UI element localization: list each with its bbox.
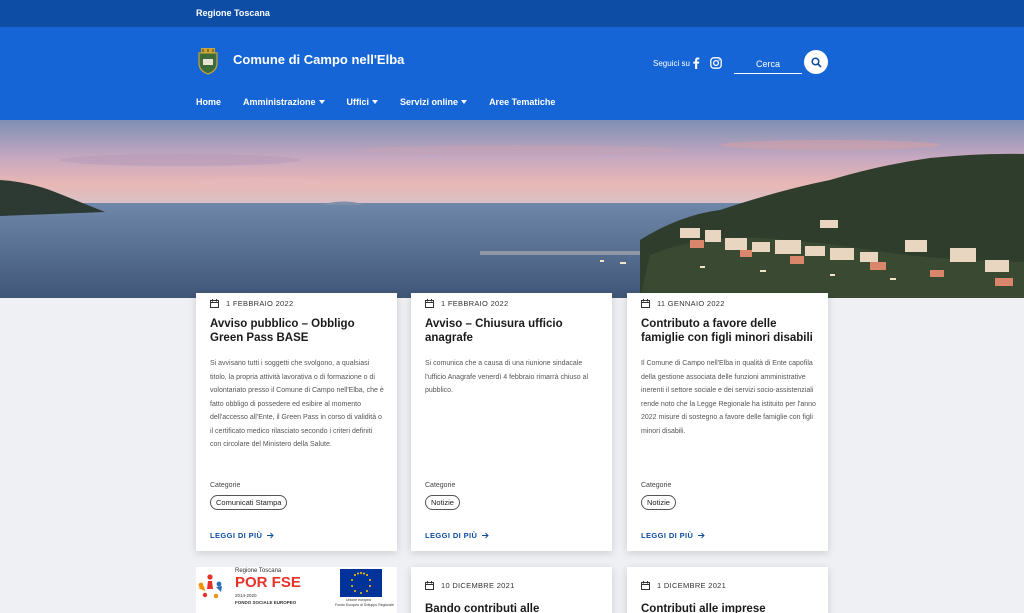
nav-item-uffici[interactable]: Uffici (347, 97, 379, 107)
arrow-right-icon (482, 532, 490, 539)
category-label: Categorie (210, 482, 241, 489)
facebook-icon[interactable] (691, 57, 701, 69)
news-card[interactable]: 1 FEBBRAIO 2022 Avviso – Chiusura uffici… (411, 293, 612, 551)
news-card[interactable]: 1 DICEMBRE 2021 Contributi alle imprese (627, 567, 828, 613)
follow-label: Seguici su (653, 59, 690, 68)
category-chip[interactable]: Notizie (425, 495, 460, 510)
nav-item-servizi-online[interactable]: Servizi online (400, 97, 468, 107)
arrow-right-icon (267, 532, 275, 539)
card-date: 1 DICEMBRE 2021 (657, 581, 727, 590)
search-button[interactable] (804, 50, 828, 74)
card-date: 11 GENNAIO 2022 (657, 299, 725, 308)
card-date: 1 FEBBRAIO 2022 (226, 299, 294, 308)
nav-item-aree-tematiche[interactable]: Aree Tematiche (489, 97, 555, 107)
card-title[interactable]: Bando contributi alle (425, 602, 605, 613)
por-fse-banner[interactable]: Regione Toscana POR FSE 2014-2020 FONDO … (196, 567, 397, 613)
card-text: Il Comune di Campo nell'Elba in qualità … (641, 360, 816, 435)
caret-down-icon (372, 100, 379, 104)
category-chip[interactable]: Comunicati Stampa (210, 495, 288, 510)
region-link[interactable]: Regione Toscana (196, 8, 270, 18)
banner-years: 2014-2020 (235, 593, 257, 598)
arrow-right-icon (698, 532, 706, 539)
calendar-icon (425, 581, 434, 590)
calendar-icon (641, 581, 650, 590)
news-card[interactable]: 11 GENNAIO 2022 Contributo a favore dell… (627, 293, 828, 551)
banner-fund: FONDO SOCIALE EUROPEO (235, 600, 297, 605)
instagram-icon[interactable] (710, 57, 722, 69)
site-title[interactable]: Comune di Campo nell'Elba (233, 52, 404, 67)
banner-eu-label: Unione europea (346, 598, 371, 602)
nav-item-home[interactable]: Home (196, 97, 221, 107)
category-label: Categorie (425, 482, 456, 489)
calendar-icon (425, 299, 434, 308)
card-date: 1 FEBBRAIO 2022 (441, 299, 509, 308)
card-text: Si avvisano tutti i soggetti che svolgon… (210, 360, 384, 448)
calendar-icon (210, 299, 219, 308)
municipal-crest-icon[interactable] (197, 47, 219, 75)
card-date: 10 DICEMBRE 2021 (441, 581, 515, 590)
main-nav: Home Amministrazione Uffici Servizi onli… (196, 97, 577, 107)
hero-image (0, 120, 1024, 298)
card-text: Si comunica che a causa di una riunione … (425, 360, 589, 394)
card-title[interactable]: Contributo a favore delle famiglie con f… (641, 317, 821, 345)
calendar-icon (641, 299, 650, 308)
banner-eu-fund: Fondo Europeo di Sviluppo Regionale (335, 603, 394, 607)
banner-brand: POR FSE (235, 574, 301, 591)
search-icon (810, 56, 822, 68)
category-label: Categorie (641, 482, 672, 489)
search-input[interactable] (734, 54, 802, 74)
card-title[interactable]: Avviso pubblico – Obbligo Green Pass BAS… (210, 317, 390, 345)
card-title[interactable]: Contributi alle imprese (641, 602, 821, 613)
caret-down-icon (461, 100, 468, 104)
site-header: Comune di Campo nell'Elba Seguici su Hom… (0, 27, 1024, 120)
read-more-link[interactable]: LEGGI DI PIÙ (210, 531, 275, 540)
read-more-link[interactable]: LEGGI DI PIÙ (641, 531, 706, 540)
card-title[interactable]: Avviso – Chiusura ufficio anagrafe (425, 317, 605, 345)
news-card[interactable]: 10 DICEMBRE 2021 Bando contributi alle (411, 567, 612, 613)
caret-down-icon (318, 100, 325, 104)
top-bar: Regione Toscana (0, 0, 1024, 27)
news-card[interactable]: 1 FEBBRAIO 2022 Avviso pubblico – Obblig… (196, 293, 397, 551)
read-more-link[interactable]: LEGGI DI PIÙ (425, 531, 490, 540)
nav-item-amministrazione[interactable]: Amministrazione (243, 97, 325, 107)
category-chip[interactable]: Notizie (641, 495, 676, 510)
